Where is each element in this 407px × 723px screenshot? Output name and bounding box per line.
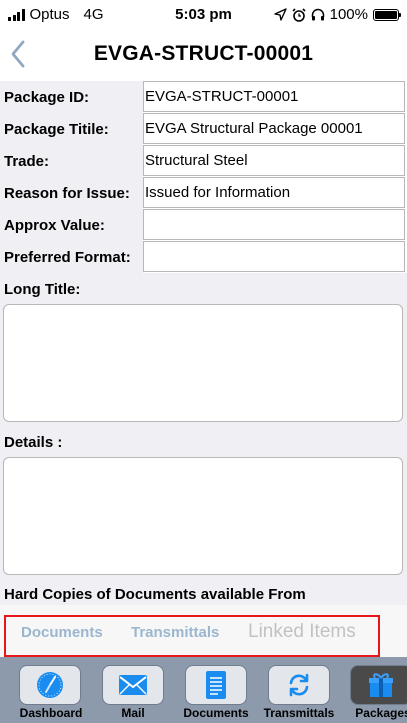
bottom-toolbar: Dashboard Mail Documents Transmittals Pa… [0,657,407,723]
field-label: Package Titile: [0,113,143,145]
battery-icon [373,8,401,21]
documents-button[interactable] [185,665,247,705]
envelope-icon [119,675,147,695]
preferred-format-field[interactable] [143,241,405,272]
approx-value-field[interactable] [143,209,405,240]
reason-for-issue-field[interactable]: Issued for Information [143,177,405,208]
field-row-trade: Trade: Structural Steel [0,145,407,177]
tab-transmittals[interactable]: Transmittals [131,624,219,641]
documents-label: Documents [183,706,249,720]
long-title-textarea[interactable] [3,304,403,422]
field-label: Preferred Format: [0,241,143,273]
headphones-icon [311,8,324,21]
field-row-package-id: Package ID: EVGA-STRUCT-00001 [0,81,407,113]
gift-icon [369,673,393,697]
package-form: Package ID: EVGA-STRUCT-00001 Package Ti… [0,81,407,273]
sync-icon [289,673,309,697]
field-label: Reason for Issue: [0,177,143,209]
alarm-icon [292,7,306,22]
package-title-field[interactable]: EVGA Structural Package 00001 [143,113,405,144]
hard-copies-label: Hard Copies of Documents available From [0,580,407,605]
document-icon [206,671,226,699]
status-right: 100% [273,6,401,23]
transmittals-label: Transmittals [263,706,335,720]
status-bar: Optus 4G 5:03 pm 100% [0,0,407,30]
mail-label: Mail [121,706,145,720]
package-id-field[interactable]: EVGA-STRUCT-00001 [143,81,405,112]
battery-percent: 100% [329,6,368,23]
field-row-package-title: Package Titile: EVGA Structural Package … [0,113,407,145]
packages-label: Packages [355,706,407,720]
field-label: Approx Value: [0,209,143,241]
mail-button[interactable] [102,665,164,705]
field-label: Package ID: [0,81,143,113]
tab-linked-items[interactable]: Linked Items [248,621,356,643]
dashboard-button[interactable] [19,665,81,705]
navigation-bar: EVGA-STRUCT-00001 [0,30,407,78]
tab-documents[interactable]: Documents [21,624,103,641]
segment-tabs: Documents Transmittals Linked Items [0,605,407,657]
field-row-preferred-format: Preferred Format: [0,241,407,273]
field-row-reason: Reason for Issue: Issued for Information [0,177,407,209]
dashboard-label: Dashboard [19,706,83,720]
trade-field[interactable]: Structural Steel [143,145,405,176]
field-row-approx-value: Approx Value: [0,209,407,241]
details-textarea[interactable] [3,457,403,575]
packages-button[interactable] [350,665,407,705]
page-title: EVGA-STRUCT-00001 [93,42,314,65]
transmittals-button[interactable] [268,665,330,705]
compass-icon [37,672,63,698]
field-label: Trade: [0,145,143,177]
long-title-label: Long Title: [0,273,407,300]
location-icon [273,8,287,21]
details-label: Details : [0,426,407,456]
